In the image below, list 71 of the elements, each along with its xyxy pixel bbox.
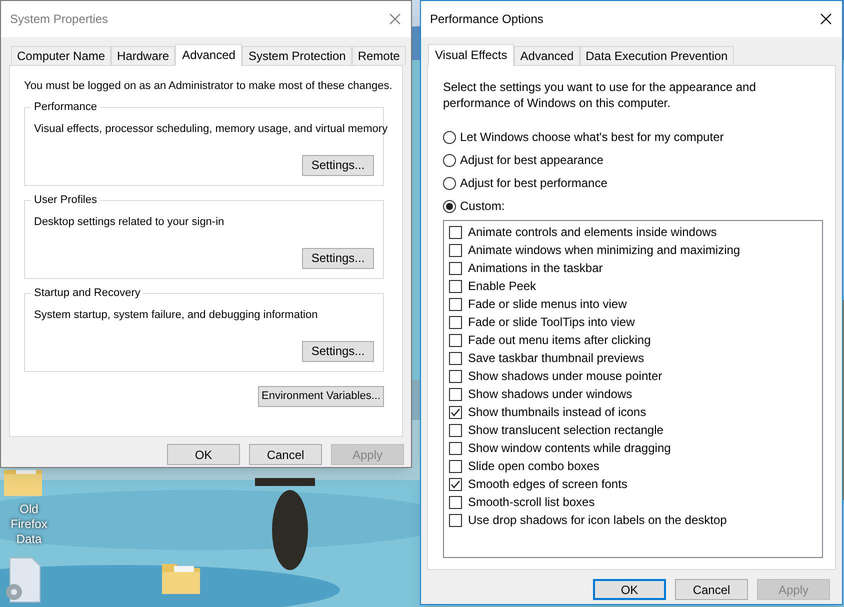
checkbox-label[interactable]: Animations in the taskbar bbox=[468, 259, 603, 277]
tab[interactable]: Advanced bbox=[514, 46, 580, 65]
checkbox[interactable] bbox=[449, 496, 462, 508]
group-description: System startup, system failure, and debugging information bbox=[34, 308, 318, 322]
button[interactable]: OK bbox=[167, 444, 240, 465]
radio-label[interactable]: Let Windows choose what's best for my computer bbox=[460, 128, 724, 146]
radio-label[interactable]: Custom: bbox=[460, 197, 505, 215]
radio-button[interactable] bbox=[443, 176, 456, 190]
checkbox-label[interactable]: Enable Peek bbox=[468, 277, 536, 295]
radio-label[interactable]: Adjust for best appearance bbox=[460, 151, 604, 169]
button[interactable]: Environment Variables... bbox=[258, 386, 384, 406]
checkbox-label[interactable]: Show shadows under windows bbox=[468, 385, 632, 403]
note-text: You must be logged on as an Administrator to make most of these changes. bbox=[24, 79, 392, 94]
button[interactable]: Settings... bbox=[302, 248, 374, 268]
checkbox[interactable] bbox=[449, 334, 462, 346]
button[interactable]: OK bbox=[593, 579, 666, 600]
checkbox-label[interactable]: Fade or slide menus into view bbox=[468, 295, 627, 313]
checkbox-label[interactable]: Save taskbar thumbnail previews bbox=[468, 349, 644, 367]
radio-button[interactable] bbox=[443, 154, 456, 166]
tab[interactable]: Data Execution Prevention bbox=[580, 46, 734, 65]
window-title: Performance Options bbox=[430, 11, 544, 28]
checkbox-label[interactable]: Slide open combo boxes bbox=[468, 457, 600, 475]
checkbox-label[interactable]: Fade or slide ToolTips into view bbox=[468, 313, 635, 331]
checkbox-label[interactable]: Use drop shadows for icon labels on the desktop bbox=[468, 511, 727, 529]
group-title: User Profiles bbox=[31, 192, 100, 206]
group-description: Desktop settings related to your sign-in bbox=[34, 214, 224, 230]
checkbox[interactable] bbox=[449, 478, 462, 490]
disabled-button: Apply bbox=[331, 444, 404, 465]
tab[interactable]: Visual Effects bbox=[428, 44, 514, 66]
radio-label[interactable]: Adjust for best performance bbox=[460, 174, 608, 192]
group-title: Performance bbox=[31, 100, 100, 114]
checkbox[interactable] bbox=[449, 226, 462, 238]
checkbox[interactable] bbox=[449, 370, 462, 382]
checkbox[interactable] bbox=[449, 442, 462, 454]
checkbox[interactable] bbox=[449, 262, 462, 274]
window-title: System Properties bbox=[10, 11, 108, 28]
tab[interactable]: Remote bbox=[352, 46, 406, 65]
disabled-button: Apply bbox=[757, 579, 830, 600]
checkbox-label[interactable]: Show thumbnails instead of icons bbox=[468, 403, 646, 421]
group-description: Visual effects, processor scheduling, memory usage, and virtual memory bbox=[34, 122, 388, 136]
button[interactable]: Settings... bbox=[302, 154, 374, 176]
checkbox[interactable] bbox=[449, 460, 462, 472]
checkbox-label[interactable]: Smooth edges of screen fonts bbox=[468, 475, 628, 493]
checkbox-label[interactable]: Animate controls and elements inside windows bbox=[468, 223, 717, 241]
checkbox-label[interactable]: Show translucent selection rectangle bbox=[468, 421, 664, 439]
checkbox[interactable] bbox=[449, 280, 462, 292]
checkbox-label[interactable]: Fade out menu items after clicking bbox=[468, 331, 651, 349]
button[interactable]: Cancel bbox=[675, 579, 748, 600]
checkbox[interactable] bbox=[449, 406, 462, 418]
checkbox[interactable] bbox=[449, 424, 462, 436]
checkbox[interactable] bbox=[449, 298, 462, 310]
checkbox-label[interactable]: Smooth-scroll list boxes bbox=[468, 493, 595, 511]
checkbox[interactable] bbox=[449, 316, 462, 328]
checkbox[interactable] bbox=[449, 514, 462, 526]
checkbox-label[interactable]: Animate windows when minimizing and maximizing bbox=[468, 241, 740, 259]
checkbox[interactable] bbox=[449, 244, 462, 256]
checkbox[interactable] bbox=[449, 352, 462, 364]
checkbox[interactable] bbox=[449, 388, 462, 400]
close-icon[interactable] bbox=[820, 13, 832, 25]
group-title: Startup and Recovery bbox=[31, 286, 144, 300]
checkbox-label[interactable]: Show shadows under mouse pointer bbox=[468, 367, 662, 385]
tab[interactable]: System Protection bbox=[242, 46, 352, 65]
checkbox-label[interactable]: Show window contents while dragging bbox=[468, 439, 671, 457]
intro-text: Select the settings you want to use for the appearance and performance of Windows on this computer. bbox=[443, 79, 757, 111]
radio-button[interactable] bbox=[443, 130, 456, 144]
tab[interactable]: Advanced bbox=[175, 44, 242, 66]
button[interactable]: Settings... bbox=[302, 340, 374, 362]
button[interactable]: Cancel bbox=[249, 444, 322, 465]
radio-button[interactable] bbox=[443, 200, 456, 212]
tab[interactable]: Computer Name bbox=[11, 46, 112, 65]
tab[interactable]: Hardware bbox=[111, 46, 176, 65]
